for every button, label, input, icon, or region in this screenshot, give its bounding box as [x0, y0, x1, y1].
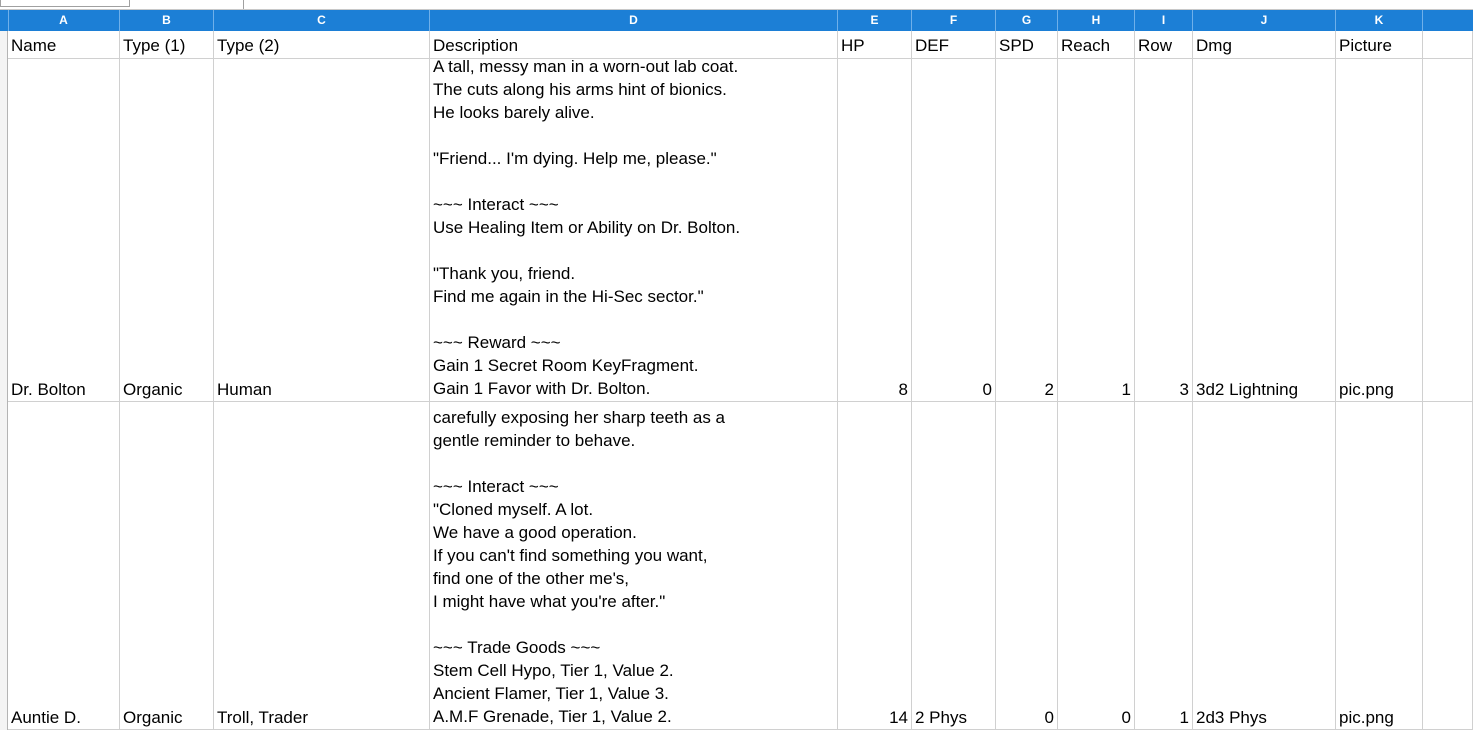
- cell-type1-text: Organic: [123, 708, 183, 727]
- cell-def-text: 2 Phys: [915, 708, 967, 727]
- cell-type2-text: Troll, Trader: [217, 708, 309, 727]
- header-label-hp: HP: [841, 36, 865, 55]
- cell-description-text: carefully exposing her sharp teeth as a …: [433, 408, 726, 726]
- header-cell-row[interactable]: Row: [1135, 31, 1193, 59]
- cell-hp[interactable]: 14: [838, 402, 912, 730]
- spreadsheet-grid: Name Type (1) Type (2) Description HP DE…: [0, 31, 1473, 730]
- cell-picture[interactable]: pic.png: [1336, 402, 1423, 730]
- row-header-3[interactable]: [0, 402, 8, 730]
- column-header-b[interactable]: B: [120, 10, 214, 31]
- cell-type1[interactable]: Organic: [120, 402, 214, 730]
- cell-type1-text: Organic: [123, 380, 183, 399]
- cell-dmg-text: 2d3 Phys: [1196, 708, 1267, 727]
- cell-name[interactable]: Dr. Bolton: [8, 59, 120, 402]
- cell-spd-text: 2: [1044, 380, 1054, 399]
- column-header-h[interactable]: H: [1058, 10, 1135, 31]
- cell-row-text: 3: [1179, 380, 1189, 399]
- header-label-type1: Type (1): [123, 36, 186, 55]
- cell-type2-text: Human: [217, 380, 272, 399]
- cell-picture-text: pic.png: [1339, 380, 1394, 399]
- header-cell-hp[interactable]: HP: [838, 31, 912, 59]
- column-header-e[interactable]: E: [838, 10, 912, 31]
- column-header-i[interactable]: I: [1135, 10, 1193, 31]
- header-cell-type2[interactable]: Type (2): [214, 31, 430, 59]
- cell-name-text: Auntie D.: [11, 708, 81, 727]
- header-label-picture: Picture: [1339, 36, 1392, 55]
- cell-hp-text: 8: [898, 380, 908, 399]
- cell-spd[interactable]: 0: [996, 402, 1058, 730]
- header-label-def: DEF: [915, 36, 949, 55]
- cell-spd[interactable]: 2: [996, 59, 1058, 402]
- header-cell-name[interactable]: Name: [8, 31, 120, 59]
- cell-spd-text: 0: [1044, 708, 1054, 727]
- cell-description[interactable]: A tall, messy man in a worn-out lab coat…: [430, 59, 838, 402]
- header-label-row: Row: [1138, 36, 1173, 55]
- cell-type2[interactable]: Troll, Trader: [214, 402, 430, 730]
- header-label-type2: Type (2): [217, 36, 280, 55]
- header-cell-reach[interactable]: Reach: [1058, 31, 1135, 59]
- cell-description-text: A tall, messy man in a worn-out lab coat…: [433, 59, 741, 398]
- header-cell-spd[interactable]: SPD: [996, 31, 1058, 59]
- cell-type2[interactable]: Human: [214, 59, 430, 402]
- cell-picture-text: pic.png: [1339, 708, 1394, 727]
- formula-bar: [0, 0, 1473, 10]
- column-header-f[interactable]: F: [912, 10, 996, 31]
- cell-def[interactable]: 0: [912, 59, 996, 402]
- cell-reach[interactable]: 1: [1058, 59, 1135, 402]
- name-box[interactable]: [0, 0, 130, 7]
- header-label-reach: Reach: [1061, 36, 1111, 55]
- cell-reach-text: 0: [1121, 708, 1131, 727]
- cell-dmg[interactable]: 2d3 Phys: [1193, 402, 1336, 730]
- header-cell-type1[interactable]: Type (1): [120, 31, 214, 59]
- column-header-a[interactable]: A: [8, 10, 120, 31]
- header-cell-picture[interactable]: Picture: [1336, 31, 1423, 59]
- formula-bar-separator: [243, 0, 244, 9]
- empty-cell[interactable]: [1423, 402, 1473, 730]
- row-header-1[interactable]: [0, 31, 8, 59]
- column-header-c[interactable]: C: [214, 10, 430, 31]
- cell-reach-text: 1: [1121, 380, 1131, 399]
- cell-row[interactable]: 1: [1135, 402, 1193, 730]
- column-header-j[interactable]: J: [1193, 10, 1336, 31]
- column-header-g[interactable]: G: [996, 10, 1058, 31]
- cell-picture[interactable]: pic.png: [1336, 59, 1423, 402]
- row-header-2[interactable]: [0, 59, 8, 402]
- column-header-d[interactable]: D: [430, 10, 838, 31]
- cell-def-text: 0: [982, 380, 992, 399]
- cell-dmg-text: 3d2 Lightning: [1196, 380, 1299, 399]
- cell-type1[interactable]: Organic: [120, 59, 214, 402]
- column-header-bar: A B C D E F G H I J K: [0, 10, 1473, 31]
- cell-row[interactable]: 3: [1135, 59, 1193, 402]
- column-header-k[interactable]: K: [1336, 10, 1423, 31]
- cell-reach[interactable]: 0: [1058, 402, 1135, 730]
- header-label-dmg: Dmg: [1196, 36, 1232, 55]
- cell-description[interactable]: carefully exposing her sharp teeth as a …: [430, 402, 838, 730]
- cell-dmg[interactable]: 3d2 Lightning: [1193, 59, 1336, 402]
- header-label-spd: SPD: [999, 36, 1034, 55]
- cell-hp[interactable]: 8: [838, 59, 912, 402]
- cell-name[interactable]: Auntie D.: [8, 402, 120, 730]
- empty-cell[interactable]: [1423, 31, 1473, 59]
- cell-name-text: Dr. Bolton: [11, 380, 86, 399]
- cell-def[interactable]: 2 Phys: [912, 402, 996, 730]
- cell-hp-text: 14: [889, 708, 908, 727]
- header-cell-dmg[interactable]: Dmg: [1193, 31, 1336, 59]
- header-cell-description[interactable]: Description: [430, 31, 838, 59]
- header-cell-def[interactable]: DEF: [912, 31, 996, 59]
- empty-cell[interactable]: [1423, 59, 1473, 402]
- header-label-description: Description: [433, 36, 519, 55]
- header-label-name: Name: [11, 36, 57, 55]
- cell-row-text: 1: [1179, 708, 1189, 727]
